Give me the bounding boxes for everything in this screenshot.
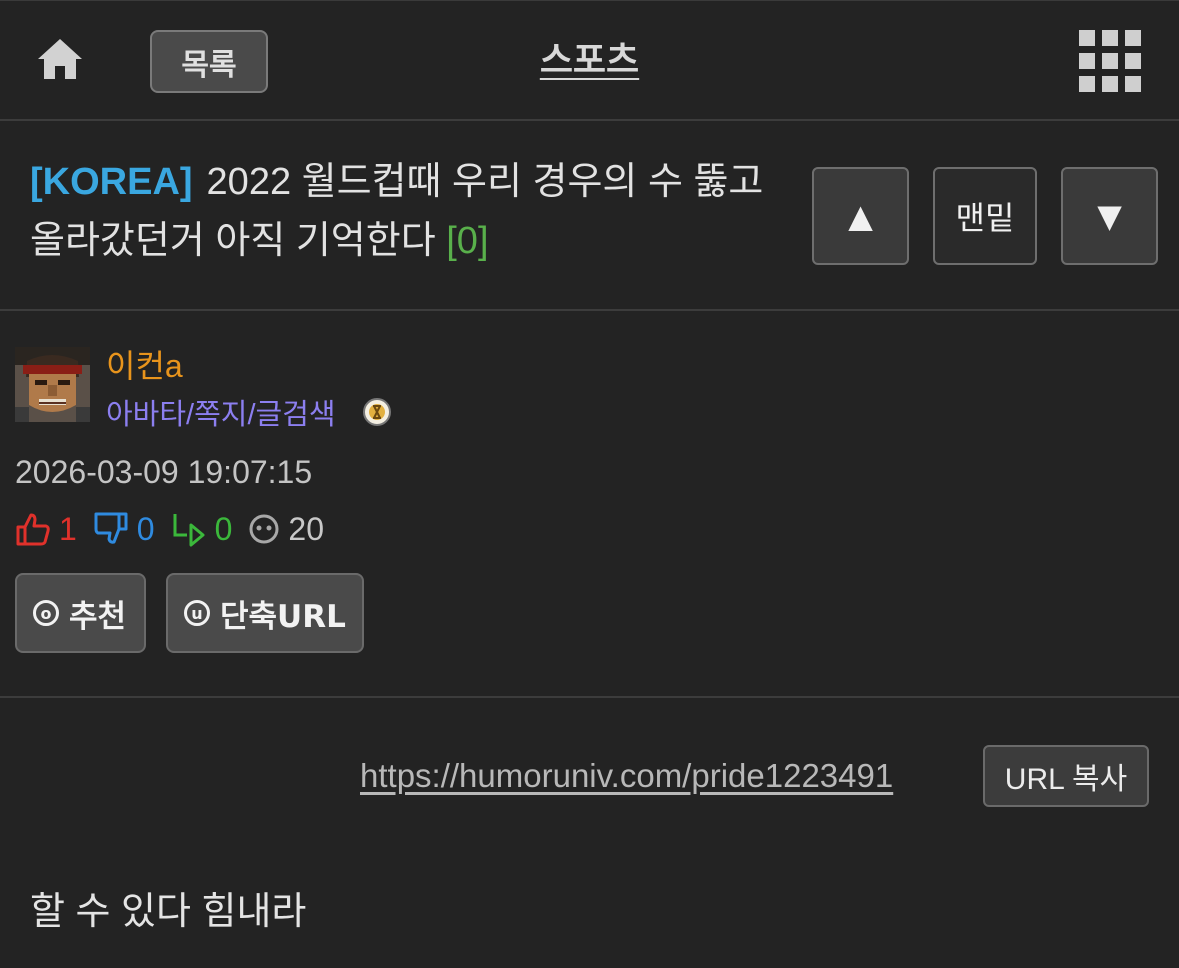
recommend-button[interactable]: o 추천 — [15, 573, 146, 653]
avatar[interactable] — [15, 347, 90, 422]
short-url-button[interactable]: u 단축URL — [166, 573, 364, 653]
scroll-down-button[interactable]: ▼ — [1061, 167, 1158, 265]
dislike-count: 0 — [136, 510, 155, 547]
author-links[interactable]: 아바타/쪽지/글검색 — [106, 391, 336, 433]
view-count: 20 — [288, 510, 324, 547]
post-meta-section: 이컨a 아바타/쪽지/글검색 2026-03-09 19:07:15 1 0 0 — [0, 311, 1179, 698]
thumbs-up-icon — [16, 513, 50, 546]
recommend-circle-icon: o — [33, 600, 59, 626]
comment-count[interactable]: [0] — [446, 220, 488, 262]
scroll-top-button[interactable]: ▲ — [812, 167, 909, 265]
dislike-stat[interactable]: 0 — [93, 511, 155, 548]
category-label: [KOREA] — [30, 161, 193, 203]
like-stat[interactable]: 1 — [15, 511, 77, 548]
board-title[interactable]: 스포츠 — [0, 31, 1179, 83]
like-count: 1 — [59, 510, 77, 547]
view-stat: 20 — [248, 511, 324, 548]
share-stat[interactable]: 0 — [171, 510, 233, 548]
recommend-label: 추천 — [69, 598, 127, 635]
medal-icon — [363, 398, 391, 426]
top-bar: 목록 스포츠 — [0, 0, 1179, 121]
short-url-label: 단축URL — [220, 598, 346, 635]
share-count: 0 — [214, 510, 233, 547]
copy-url-button[interactable]: URL 복사 — [983, 745, 1149, 807]
post-date: 2026-03-09 19:07:15 — [15, 454, 313, 490]
short-url-circle-icon: u — [184, 600, 210, 626]
author-name[interactable]: 이컨a — [106, 341, 183, 387]
share-arrow-icon — [173, 514, 205, 547]
thumbs-down-icon — [94, 512, 128, 544]
post-body: 할 수 있다 힘내라 — [30, 891, 307, 933]
post-url-link[interactable]: https://humoruniv.com/pride1223491 — [360, 757, 893, 795]
scroll-bottom-button[interactable]: 맨밑 — [933, 167, 1037, 265]
grid-menu-icon[interactable] — [1079, 30, 1141, 92]
view-face-icon — [249, 514, 279, 544]
post-title-section: [KOREA] 2022 월드컵때 우리 경우의 수 뚫고 올라갔던거 아직 기억… — [0, 121, 1179, 311]
post-title: [KOREA] 2022 월드컵때 우리 경우의 수 뚫고 올라갔던거 아직 기억… — [30, 153, 770, 271]
post-stats: 1 0 0 20 — [15, 509, 340, 549]
